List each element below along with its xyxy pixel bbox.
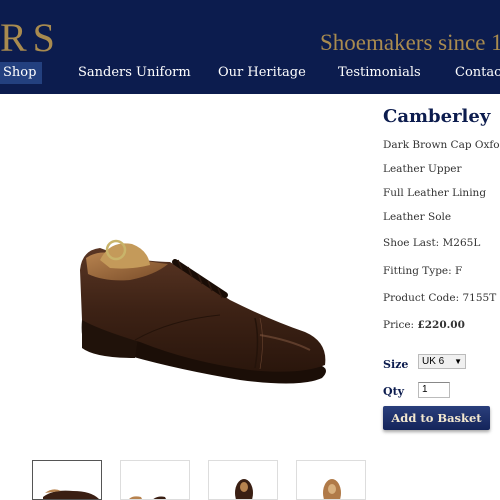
nav-testimonials[interactable]: Testimonials (338, 62, 421, 84)
shoe-illustration (80, 239, 327, 384)
brand-tagline: Shoemakers since 1 (320, 30, 500, 55)
product-price: Price: £220.00 (383, 319, 465, 331)
spec-shoe-last: Shoe Last: M265L (383, 237, 481, 249)
size-label: Size (383, 358, 409, 371)
add-to-basket-button[interactable]: Add to Basket (383, 406, 490, 430)
thumbnail-shoe-image (129, 496, 166, 499)
spec-fitting: Fitting Type: F (383, 265, 463, 277)
size-select-value: UK 6 (422, 356, 445, 367)
product-title: Camberley (383, 106, 491, 127)
size-select[interactable]: UK 6 ▼ (418, 354, 466, 369)
price-label: Price: (383, 319, 418, 331)
spec-lining: Full Leather Lining (383, 187, 487, 199)
product-main-image[interactable] (60, 170, 345, 425)
site-header: RS Shoemakers since 1 Shop Sanders Unifo… (0, 0, 500, 94)
spec-sole: Leather Sole (383, 211, 452, 223)
price-value: £220.00 (417, 319, 465, 331)
brand-logo-text[interactable]: RS (0, 14, 61, 61)
nav-shop[interactable]: Shop (0, 62, 43, 84)
thumbnail-shoe-image (323, 479, 341, 499)
thumbnail-shoe-image (235, 479, 253, 499)
qty-label: Qty (383, 385, 405, 398)
spec-product-code: Product Code: 7155T (383, 292, 497, 304)
thumbnail-side-view[interactable] (32, 460, 102, 500)
nav-our-heritage[interactable]: Our Heritage (218, 62, 306, 84)
nav-sanders-uniform[interactable]: Sanders Uniform (78, 62, 191, 84)
nav-contact[interactable]: Contact (455, 62, 500, 84)
qty-input[interactable]: 1 (418, 382, 450, 398)
thumbnail-sole-view[interactable] (296, 460, 366, 500)
product-description: Dark Brown Cap Oxford (383, 139, 500, 151)
spec-upper: Leather Upper (383, 163, 462, 175)
thumbnail-top-view[interactable] (208, 460, 278, 500)
thumbnail-detail-view[interactable] (120, 460, 190, 500)
thumbnail-shoe-image (43, 489, 99, 499)
main-nav: Shop Sanders Uniform Our Heritage Testim… (0, 62, 500, 84)
chevron-down-icon: ▼ (454, 357, 462, 366)
